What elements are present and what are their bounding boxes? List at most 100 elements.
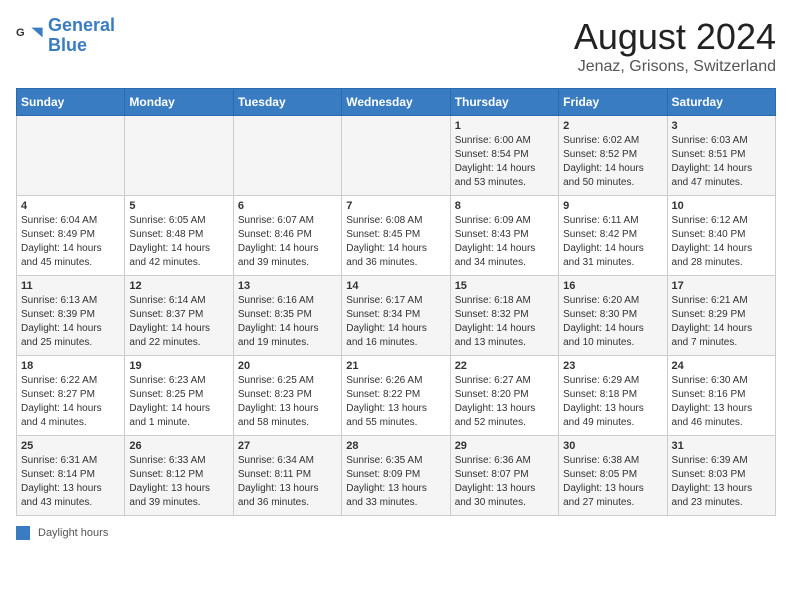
logo-icon: G	[16, 22, 44, 50]
daylight-box	[16, 526, 30, 540]
day-info: Sunrise: 6:34 AM Sunset: 8:11 PM Dayligh…	[238, 454, 337, 510]
calendar-cell	[233, 116, 341, 196]
calendar-cell: 6Sunrise: 6:07 AM Sunset: 8:46 PM Daylig…	[233, 196, 341, 276]
day-info: Sunrise: 6:26 AM Sunset: 8:22 PM Dayligh…	[346, 374, 445, 430]
calendar-cell	[342, 116, 450, 196]
calendar-cell: 28 Sunrise: 6:35 AM Sunset: 8:09 PM Dayli…	[342, 436, 450, 516]
calendar-cell: 21Sunrise: 6:26 AM Sunset: 8:22 PM Dayli…	[342, 356, 450, 436]
day-number: 7	[346, 200, 445, 212]
calendar-week-row: 4 Sunrise: 6:04 AM Sunset: 8:49 PM Daylig…	[17, 196, 776, 276]
day-info: Sunrise: 6:27 AM Sunset: 8:20 PM Dayligh…	[455, 374, 554, 430]
calendar-cell: 17 Sunrise: 6:21 AM Sunset: 8:29 PM Dayli…	[667, 276, 775, 356]
day-number: 2	[563, 120, 662, 132]
calendar-cell: 19Sunrise: 6:23 AM Sunset: 8:25 PM Dayli…	[125, 356, 233, 436]
day-number: 14	[346, 280, 445, 292]
calendar-week-row: 1Sunrise: 6:00 AM Sunset: 8:54 PM Daylig…	[17, 116, 776, 196]
calendar-cell: 22 Sunrise: 6:27 AM Sunset: 8:20 PM Dayli…	[450, 356, 558, 436]
day-number: 4	[21, 200, 120, 212]
header-cell: Monday	[125, 89, 233, 116]
day-number: 30	[563, 440, 662, 452]
day-info: Sunrise: 6:13 AM Sunset: 8:39 PM Dayligh…	[21, 294, 120, 350]
day-number: 31	[672, 440, 771, 452]
calendar-cell: 14 Sunrise: 6:17 AM Sunset: 8:34 PM Dayli…	[342, 276, 450, 356]
calendar-cell: 3Sunrise: 6:03 AM Sunset: 8:51 PM Daylig…	[667, 116, 775, 196]
day-info: Sunrise: 6:03 AM Sunset: 8:51 PM Dayligh…	[672, 134, 771, 190]
day-number: 28	[346, 440, 445, 452]
day-info: Sunrise: 6:33 AM Sunset: 8:12 PM Dayligh…	[129, 454, 228, 510]
calendar-cell: 13 Sunrise: 6:16 AM Sunset: 8:35 PM Dayli…	[233, 276, 341, 356]
header-cell: Wednesday	[342, 89, 450, 116]
day-info: Sunrise: 6:36 AM Sunset: 8:07 PM Dayligh…	[455, 454, 554, 510]
calendar-cell	[17, 116, 125, 196]
header-row: SundayMondayTuesdayWednesdayThursdayFrid…	[17, 89, 776, 116]
calendar-cell: 11 Sunrise: 6:13 AM Sunset: 8:39 PM Dayli…	[17, 276, 125, 356]
page-title: August 2024	[574, 16, 776, 58]
day-info: Sunrise: 6:11 AM Sunset: 8:42 PM Dayligh…	[563, 214, 662, 270]
day-info: Sunrise: 6:02 AM Sunset: 8:52 PM Dayligh…	[563, 134, 662, 190]
calendar-cell: 7Sunrise: 6:08 AM Sunset: 8:45 PM Daylig…	[342, 196, 450, 276]
logo-text: General Blue	[48, 16, 115, 56]
calendar-cell: 23 Sunrise: 6:29 AM Sunset: 8:18 PM Dayli…	[559, 356, 667, 436]
day-number: 15	[455, 280, 554, 292]
logo-line2: Blue	[48, 35, 87, 55]
calendar-cell: 16 Sunrise: 6:20 AM Sunset: 8:30 PM Dayli…	[559, 276, 667, 356]
day-info: Sunrise: 6:22 AM Sunset: 8:27 PM Dayligh…	[21, 374, 120, 430]
calendar-header: SundayMondayTuesdayWednesdayThursdayFrid…	[17, 89, 776, 116]
day-number: 12	[129, 280, 228, 292]
calendar-cell: 15Sunrise: 6:18 AM Sunset: 8:32 PM Dayli…	[450, 276, 558, 356]
calendar-body: 1Sunrise: 6:00 AM Sunset: 8:54 PM Daylig…	[17, 116, 776, 516]
day-number: 5	[129, 200, 228, 212]
calendar-cell: 2 Sunrise: 6:02 AM Sunset: 8:52 PM Daylig…	[559, 116, 667, 196]
day-info: Sunrise: 6:16 AM Sunset: 8:35 PM Dayligh…	[238, 294, 337, 350]
header-cell: Sunday	[17, 89, 125, 116]
day-info: Sunrise: 6:07 AM Sunset: 8:46 PM Dayligh…	[238, 214, 337, 270]
calendar-cell	[125, 116, 233, 196]
svg-text:G: G	[16, 27, 25, 39]
day-number: 18	[21, 360, 120, 372]
day-number: 27	[238, 440, 337, 452]
day-number: 17	[672, 280, 771, 292]
day-info: Sunrise: 6:29 AM Sunset: 8:18 PM Dayligh…	[563, 374, 662, 430]
calendar-cell: 26Sunrise: 6:33 AM Sunset: 8:12 PM Dayli…	[125, 436, 233, 516]
calendar-cell: 12 Sunrise: 6:14 AM Sunset: 8:37 PM Dayli…	[125, 276, 233, 356]
calendar-cell: 29 Sunrise: 6:36 AM Sunset: 8:07 PM Dayli…	[450, 436, 558, 516]
day-info: Sunrise: 6:38 AM Sunset: 8:05 PM Dayligh…	[563, 454, 662, 510]
calendar-cell: 10Sunrise: 6:12 AM Sunset: 8:40 PM Dayli…	[667, 196, 775, 276]
calendar-cell: 1Sunrise: 6:00 AM Sunset: 8:54 PM Daylig…	[450, 116, 558, 196]
calendar-footer: Daylight hours	[16, 526, 776, 540]
day-info: Sunrise: 6:31 AM Sunset: 8:14 PM Dayligh…	[21, 454, 120, 510]
calendar-week-row: 11 Sunrise: 6:13 AM Sunset: 8:39 PM Dayli…	[17, 276, 776, 356]
day-number: 22	[455, 360, 554, 372]
day-info: Sunrise: 6:23 AM Sunset: 8:25 PM Dayligh…	[129, 374, 228, 430]
day-info: Sunrise: 6:14 AM Sunset: 8:37 PM Dayligh…	[129, 294, 228, 350]
day-number: 8	[455, 200, 554, 212]
day-info: Sunrise: 6:21 AM Sunset: 8:29 PM Dayligh…	[672, 294, 771, 350]
calendar-week-row: 18 Sunrise: 6:22 AM Sunset: 8:27 PM Dayli…	[17, 356, 776, 436]
day-number: 11	[21, 280, 120, 292]
day-number: 23	[563, 360, 662, 372]
calendar-cell: 27 Sunrise: 6:34 AM Sunset: 8:11 PM Dayli…	[233, 436, 341, 516]
day-number: 9	[563, 200, 662, 212]
day-number: 16	[563, 280, 662, 292]
page-header: G General Blue August 2024 Jenaz, Grison…	[16, 16, 776, 76]
calendar-cell: 25 Sunrise: 6:31 AM Sunset: 8:14 PM Dayli…	[17, 436, 125, 516]
calendar-cell: 31 Sunrise: 6:39 AM Sunset: 8:03 PM Dayli…	[667, 436, 775, 516]
day-info: Sunrise: 6:20 AM Sunset: 8:30 PM Dayligh…	[563, 294, 662, 350]
calendar-cell: 4 Sunrise: 6:04 AM Sunset: 8:49 PM Daylig…	[17, 196, 125, 276]
day-number: 29	[455, 440, 554, 452]
header-cell: Tuesday	[233, 89, 341, 116]
day-info: Sunrise: 6:39 AM Sunset: 8:03 PM Dayligh…	[672, 454, 771, 510]
calendar-cell: 5 Sunrise: 6:05 AM Sunset: 8:48 PM Daylig…	[125, 196, 233, 276]
day-info: Sunrise: 6:35 AM Sunset: 8:09 PM Dayligh…	[346, 454, 445, 510]
day-number: 25	[21, 440, 120, 452]
header-cell: Saturday	[667, 89, 775, 116]
day-info: Sunrise: 6:17 AM Sunset: 8:34 PM Dayligh…	[346, 294, 445, 350]
day-info: Sunrise: 6:04 AM Sunset: 8:49 PM Dayligh…	[21, 214, 120, 270]
calendar-week-row: 25 Sunrise: 6:31 AM Sunset: 8:14 PM Dayli…	[17, 436, 776, 516]
day-number: 20	[238, 360, 337, 372]
day-info: Sunrise: 6:25 AM Sunset: 8:23 PM Dayligh…	[238, 374, 337, 430]
day-number: 13	[238, 280, 337, 292]
day-info: Sunrise: 6:05 AM Sunset: 8:48 PM Dayligh…	[129, 214, 228, 270]
calendar-cell: 18 Sunrise: 6:22 AM Sunset: 8:27 PM Dayli…	[17, 356, 125, 436]
day-number: 24	[672, 360, 771, 372]
